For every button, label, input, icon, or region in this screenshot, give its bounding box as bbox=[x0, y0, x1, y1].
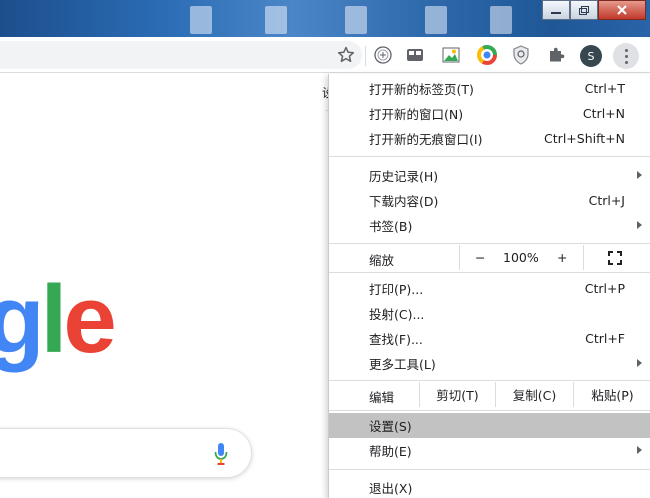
restore-icon bbox=[579, 5, 589, 15]
menu-item-label: 设置(S) bbox=[369, 419, 412, 434]
menu-item-shortcut: Ctrl+N bbox=[582, 106, 625, 121]
menu-item-shortcut: Ctrl+F bbox=[585, 331, 625, 346]
menu-item-cast[interactable]: 投射(C)... bbox=[329, 301, 650, 326]
color-wheel-icon bbox=[477, 45, 497, 65]
menu-separator bbox=[329, 410, 650, 411]
menu-separator bbox=[329, 380, 650, 381]
menu-item-label: 帮助(E) bbox=[369, 444, 412, 459]
menu-item-label: 打开新的无痕窗口(I) bbox=[369, 132, 483, 147]
desktop-icon bbox=[190, 6, 212, 34]
zoom-divider bbox=[459, 245, 460, 270]
menu-separator bbox=[329, 156, 650, 157]
menu-item-label: 书签(B) bbox=[369, 219, 413, 234]
profile-avatar[interactable]: S bbox=[580, 45, 602, 67]
close-button[interactable] bbox=[598, 0, 646, 20]
menu-item-downloads[interactable]: 下载内容(D) Ctrl+J bbox=[329, 188, 650, 213]
window-titlebar bbox=[0, 0, 650, 37]
menu-item-help[interactable]: 帮助(E) bbox=[329, 438, 650, 463]
image-extension-button[interactable] bbox=[440, 44, 462, 66]
menu-item-shortcut: Ctrl+P bbox=[584, 281, 625, 296]
desktop-icon bbox=[490, 6, 512, 34]
menu-item-label: 打印(P)... bbox=[369, 282, 424, 297]
shield-icon bbox=[513, 45, 529, 65]
privacy-extension-button[interactable] bbox=[510, 44, 532, 66]
zoom-label: 缩放 bbox=[369, 253, 395, 268]
toolbar-separator bbox=[365, 46, 366, 66]
menu-item-new-incognito[interactable]: 打开新的无痕窗口(I) Ctrl+Shift+N bbox=[329, 126, 650, 151]
paste-button[interactable]: 粘贴(P) bbox=[573, 382, 650, 407]
copy-button[interactable]: 复制(C) bbox=[495, 382, 573, 407]
translate-icon bbox=[374, 46, 392, 64]
submenu-arrow-icon bbox=[637, 171, 642, 179]
extension-icon bbox=[407, 49, 423, 61]
menu-item-shortcut: Ctrl+Shift+N bbox=[544, 131, 625, 146]
maximize-button[interactable] bbox=[570, 0, 598, 20]
menu-item-label: 打开新的窗口(N) bbox=[369, 107, 464, 122]
edit-label: 编辑 bbox=[369, 390, 395, 405]
menu-item-bookmarks[interactable]: 书签(B) bbox=[329, 213, 650, 238]
submenu-arrow-icon bbox=[637, 359, 642, 367]
dot bbox=[624, 60, 628, 64]
logo-letter-g: g bbox=[0, 266, 45, 373]
menu-item-print[interactable]: 打印(P)... Ctrl+P bbox=[329, 276, 650, 301]
menu-edit-row: 编辑 剪切(T) 复制(C) 粘贴(P) bbox=[329, 382, 650, 407]
color-extension-button[interactable] bbox=[476, 44, 498, 66]
menu-item-history[interactable]: 历史记录(H) bbox=[329, 163, 650, 188]
menu-item-shortcut: Ctrl+J bbox=[588, 193, 625, 208]
menu-item-label: 更多工具(L) bbox=[369, 357, 436, 372]
menu-item-label: 历史记录(H) bbox=[369, 169, 439, 184]
menu-item-more-tools[interactable]: 更多工具(L) bbox=[329, 351, 650, 376]
zoom-in-button[interactable]: + bbox=[557, 250, 567, 265]
submenu-arrow-icon bbox=[637, 221, 642, 229]
translate-extension-button[interactable] bbox=[372, 44, 394, 66]
menu-item-label: 下载内容(D) bbox=[369, 194, 439, 209]
google-logo: gle bbox=[0, 272, 117, 368]
logo-letter-e: e bbox=[63, 266, 116, 373]
desktop-icon bbox=[265, 6, 287, 34]
menu-separator bbox=[329, 243, 650, 244]
minimize-icon bbox=[551, 12, 561, 14]
menu-item-find[interactable]: 查找(F)... Ctrl+F bbox=[329, 326, 650, 351]
menu-separator bbox=[329, 272, 650, 273]
menu-item-new-tab[interactable]: 打开新的标签页(T) Ctrl+T bbox=[329, 76, 650, 101]
microphone-icon[interactable] bbox=[213, 441, 229, 467]
menu-item-label: 打开新的标签页(T) bbox=[369, 82, 474, 97]
dot bbox=[624, 54, 628, 58]
menu-item-exit[interactable]: 退出(X) bbox=[329, 475, 650, 498]
window-controls bbox=[542, 0, 646, 20]
submenu-arrow-icon bbox=[637, 446, 642, 454]
menu-item-label: 查找(F)... bbox=[369, 332, 423, 347]
extensions-menu-button[interactable] bbox=[545, 44, 567, 66]
logo-letter-l: l bbox=[40, 266, 68, 373]
close-icon bbox=[617, 5, 627, 15]
zoom-level: 100% bbox=[503, 250, 539, 265]
menu-separator bbox=[329, 469, 650, 470]
address-bar[interactable] bbox=[0, 41, 362, 69]
image-icon bbox=[442, 47, 460, 63]
dot bbox=[624, 48, 628, 52]
zoom-divider bbox=[583, 245, 584, 270]
minimize-button[interactable] bbox=[542, 0, 570, 20]
menu-item-label: 投射(C)... bbox=[369, 307, 425, 322]
zoom-out-button[interactable]: − bbox=[475, 250, 485, 265]
menu-item-label: 退出(X) bbox=[369, 481, 413, 496]
menu-item-shortcut: Ctrl+T bbox=[584, 81, 625, 96]
menu-item-settings[interactable]: 设置(S) bbox=[329, 413, 650, 438]
extension-button[interactable] bbox=[404, 44, 426, 66]
menu-item-new-window[interactable]: 打开新的窗口(N) Ctrl+N bbox=[329, 101, 650, 126]
fullscreen-icon[interactable] bbox=[608, 251, 622, 265]
desktop-icon bbox=[425, 6, 447, 34]
cut-button[interactable]: 剪切(T) bbox=[419, 382, 495, 407]
puzzle-icon bbox=[550, 47, 565, 62]
chrome-main-menu: 打开新的标签页(T) Ctrl+T 打开新的窗口(N) Ctrl+N 打开新的无… bbox=[328, 74, 650, 498]
desktop-icon bbox=[345, 6, 367, 34]
menu-zoom-row: 缩放 − 100% + bbox=[329, 245, 650, 270]
chrome-menu-button[interactable] bbox=[613, 43, 639, 69]
star-icon[interactable] bbox=[336, 45, 356, 65]
